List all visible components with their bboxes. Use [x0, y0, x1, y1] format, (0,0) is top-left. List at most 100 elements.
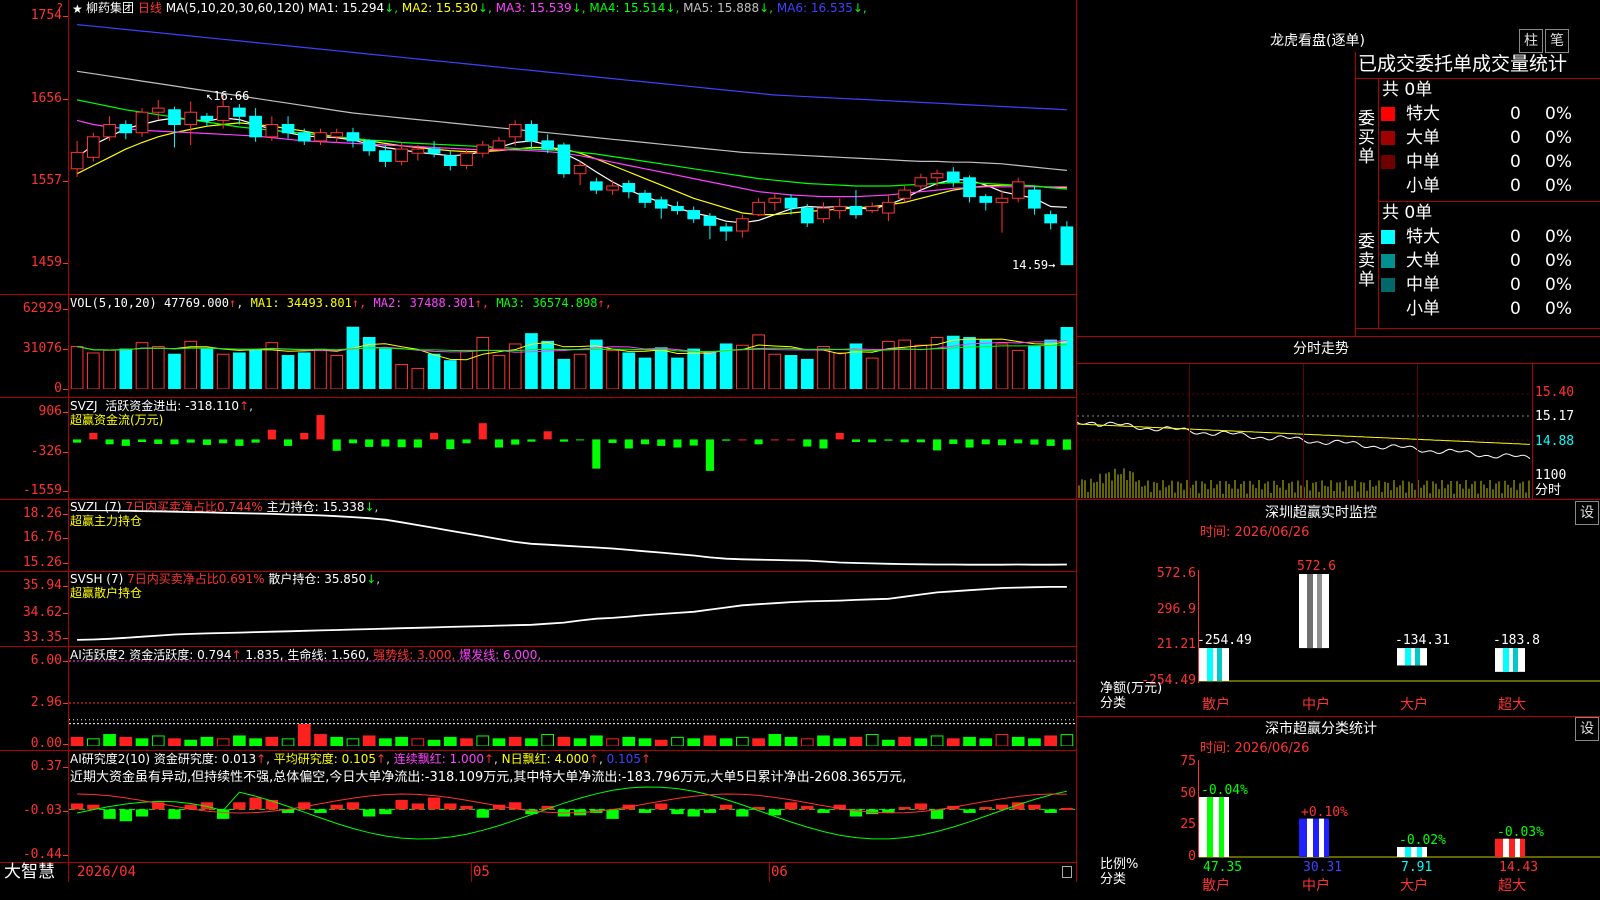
buy-total: 共 0单 — [1382, 80, 1433, 100]
monitor-category-2: 大户 — [1400, 697, 1428, 713]
buy-row-count-3: 0 — [1510, 176, 1521, 196]
fund-flow-bar — [884, 439, 893, 441]
volume-bar — [1060, 327, 1074, 389]
sell-row-swatch-2 — [1381, 278, 1395, 292]
fund-flow-bar — [300, 432, 309, 440]
sell-total: 共 0单 — [1382, 203, 1433, 223]
high-price-label: ↖16.66 — [206, 89, 250, 103]
monitor-settings-button[interactable]: 设 — [1575, 501, 1599, 525]
candle-body — [476, 144, 490, 154]
fund-flow-chart[interactable] — [69, 410, 1075, 490]
ma-legend-item-5: MA5: 15.888 — [679, 1, 760, 15]
classify-y-label-1: 50 — [1180, 786, 1196, 801]
fund-flow-bar — [722, 439, 731, 441]
ma-legend-item-2: MA2: 15.530 — [398, 1, 478, 15]
favorite-star-icon[interactable]: ★ — [72, 2, 83, 16]
activity-bar — [898, 736, 911, 746]
ai-research-chart[interactable] — [69, 762, 1075, 858]
monitor-bar-fill — [1199, 648, 1229, 681]
ma-line-MA2 — [76, 122, 1067, 216]
activity-bar — [330, 736, 344, 746]
buy-row-swatch-0 — [1381, 107, 1395, 121]
candlestick-chart[interactable] — [69, 18, 1075, 272]
volume-bar — [914, 344, 928, 389]
activity-bar — [800, 738, 814, 746]
activity-bar — [379, 738, 392, 746]
classify-bar-stripe — [1515, 838, 1520, 857]
candle-body — [297, 132, 311, 142]
vol-y-label-0: 62929 — [22, 301, 62, 316]
monitor-y-label-2: 21.21 — [1156, 637, 1196, 652]
candle-body — [492, 140, 506, 150]
svzl-y-label-2: 15.26 — [22, 555, 62, 570]
main-holding-chart[interactable] — [69, 510, 1075, 566]
candle-body — [86, 136, 100, 158]
retail-holding-chart[interactable] — [69, 585, 1075, 641]
ai-activity-chart[interactable] — [69, 660, 1075, 746]
activity-bar — [314, 734, 327, 746]
vol-y-tick-2 — [63, 389, 68, 390]
volume-bar — [606, 349, 619, 389]
intraday-chart[interactable] — [1077, 364, 1532, 498]
volume-bar — [800, 358, 814, 389]
fund-flow-bar — [1030, 439, 1039, 445]
retail-holding-line — [77, 586, 1067, 641]
fund-flow-bar — [1014, 439, 1023, 444]
fund-flow-bar — [527, 439, 536, 442]
classify-bar-stripe — [1405, 846, 1411, 857]
fund-flow-bar — [137, 439, 147, 442]
ma-legend-item-1: MA1: 15.294 — [308, 1, 385, 15]
x-label-jun: 06 — [771, 864, 788, 880]
classify-bar-stripe — [1417, 846, 1422, 857]
ma-legend-item-4: MA4: 15.514 — [585, 1, 666, 15]
activity-bar — [460, 738, 473, 746]
fund-flow-bar — [478, 423, 487, 440]
low-price-label: 14.59→ — [1012, 258, 1056, 272]
research-bar — [979, 807, 992, 810]
air-y-tick-1 — [63, 811, 68, 812]
pen-mode-button[interactable]: 笔 — [1545, 29, 1569, 53]
bar-mode-button[interactable]: 柱 — [1519, 29, 1543, 53]
candle-body — [995, 197, 1009, 203]
candle-body — [768, 197, 782, 203]
fund-flow-bar — [494, 439, 504, 448]
research-bar — [1028, 804, 1041, 810]
ai-y-label-2: 0.00 — [30, 736, 62, 751]
svsh-y-label-0: 35.94 — [22, 578, 62, 593]
research-bar — [801, 805, 814, 810]
volume-bar — [168, 353, 181, 389]
fund-flow-bar — [640, 439, 650, 445]
vol-y-tick-1 — [63, 349, 68, 350]
classify-bar-fill — [1397, 846, 1427, 857]
activity-bar — [768, 734, 782, 746]
activity-bar — [492, 738, 506, 746]
ma-arrow: ↓, — [759, 1, 773, 15]
fund-flow-bar — [657, 439, 666, 446]
fund-flow-bar — [430, 432, 439, 440]
activity-bar — [557, 736, 571, 746]
monitor-y-label-1: 296.9 — [1156, 602, 1196, 617]
classify-category-2: 大户 — [1400, 878, 1428, 894]
fund-flow-bar — [170, 439, 179, 445]
research-bar — [817, 809, 830, 813]
fund-flow-bar — [1062, 439, 1071, 450]
lock-icon[interactable] — [1062, 866, 1072, 878]
activity-bar — [443, 736, 457, 746]
svzj-y-tick-1 — [63, 452, 68, 453]
volume-chart[interactable] — [69, 308, 1075, 389]
classify-settings-button[interactable]: 设 — [1575, 717, 1599, 741]
monitor-bar-chart[interactable] — [1199, 570, 1600, 686]
activity-bar — [573, 738, 587, 746]
fund-flow-bar — [900, 439, 909, 443]
activity-bar — [233, 735, 246, 746]
period-label[interactable]: 日线 — [138, 1, 162, 15]
volume-bar — [1028, 346, 1041, 389]
fund-flow-bar — [316, 415, 325, 440]
fund-flow-bar — [105, 439, 114, 445]
classify-value-2: 7.91 — [1401, 860, 1433, 875]
monitor-bar-stripe — [1513, 648, 1518, 672]
ma-arrow: ↓, — [384, 1, 399, 15]
candle-body — [70, 151, 84, 170]
svsh-hold-label: 散户持仓: — [268, 572, 321, 586]
candle-body — [784, 197, 798, 209]
